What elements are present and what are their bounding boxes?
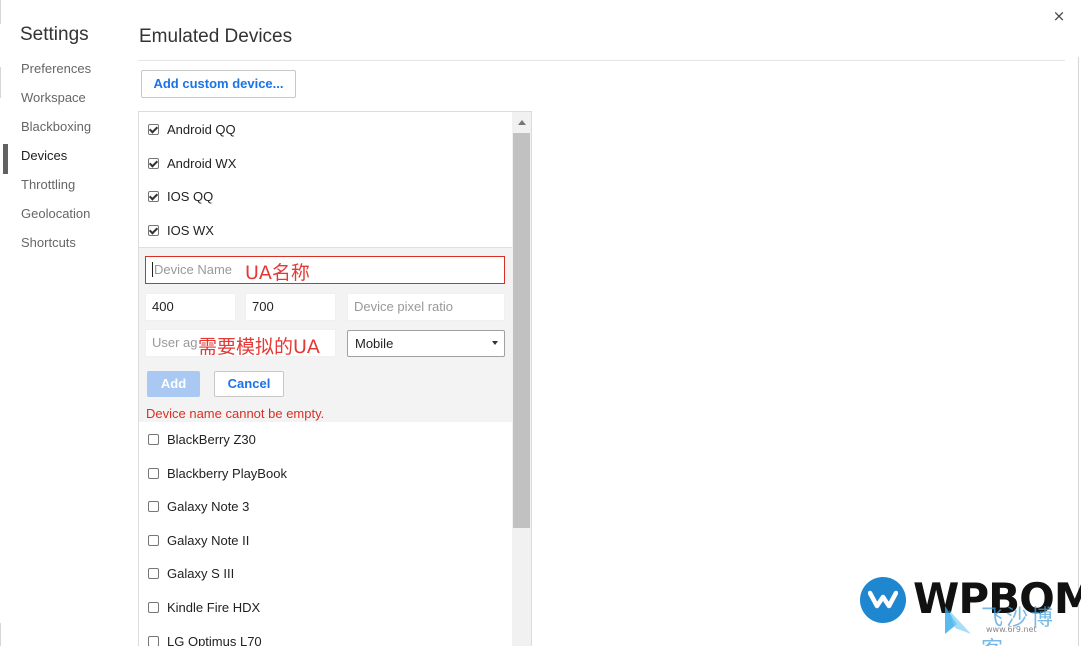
list-item: Kindle Fire HDX (139, 591, 512, 625)
device-name-input[interactable]: Device Name (145, 256, 505, 284)
sidebar-title: Settings (20, 24, 89, 45)
device-checkbox[interactable] (148, 124, 159, 135)
list-item: BlackBerry Z30 (139, 423, 512, 457)
device-width-input[interactable]: 400 (145, 293, 236, 321)
list-item: Android QQ (139, 113, 512, 147)
device-type-select[interactable]: Mobile (347, 330, 505, 357)
add-button[interactable]: Add (147, 371, 200, 397)
device-height-input[interactable]: 700 (245, 293, 336, 321)
device-pixel-ratio-input[interactable]: Device pixel ratio (347, 293, 505, 321)
error-message: Device name cannot be empty. (146, 406, 325, 421)
device-label: Galaxy Note II (167, 532, 250, 548)
watermark-url: www.6r9.net (986, 625, 1037, 634)
sidebar-item-blackboxing[interactable]: Blackboxing (0, 116, 120, 145)
divider (138, 60, 1065, 61)
device-checkbox[interactable] (148, 534, 159, 546)
device-checkbox[interactable] (148, 467, 159, 479)
checked-devices: Android QQ Android WX IOS QQ IOS WX (139, 113, 512, 247)
list-item: Blackberry PlayBook (139, 457, 512, 491)
device-pixel-ratio-placeholder: Device pixel ratio (354, 299, 453, 314)
list-item: IOS WX (139, 214, 512, 248)
ua-string-annotation: 需要模拟的UA (198, 336, 320, 358)
watermark-sub: 飞沙博客 (981, 606, 1057, 646)
device-label: IOS QQ (167, 189, 214, 205)
device-label: Galaxy S III (167, 566, 235, 582)
custom-device-form: Device Name UA名称 400 700 Device pixel ra… (139, 247, 512, 422)
device-checkbox[interactable] (148, 635, 159, 646)
device-label: Galaxy Note 3 (167, 499, 250, 515)
sidebar-item-workspace[interactable]: Workspace (0, 87, 120, 116)
other-devices: BlackBerry Z30 Blackberry PlayBook Galax… (139, 423, 512, 646)
text-caret (152, 262, 153, 277)
sidebar-item-geolocation[interactable]: Geolocation (0, 203, 120, 232)
sidebar-item-throttling[interactable]: Throttling (0, 174, 120, 203)
device-label: BlackBerry Z30 (167, 432, 256, 447)
close-icon[interactable]: × (1052, 8, 1066, 24)
scrollbar-thumb[interactable] (513, 133, 530, 528)
device-label: LG Optimus L70 (167, 633, 262, 646)
device-checkbox[interactable] (148, 601, 159, 613)
sidebar-item-preferences[interactable]: Preferences (0, 58, 120, 87)
scrollbar[interactable] (512, 112, 531, 646)
device-type-value: Mobile (355, 336, 394, 351)
device-name-placeholder: Device Name (154, 262, 233, 277)
device-label: Android QQ (167, 122, 236, 137)
list-item: Galaxy Note II (139, 524, 512, 558)
sidebar-item-shortcuts[interactable]: Shortcuts (0, 232, 120, 261)
list-item: Galaxy Note 3 (139, 490, 512, 524)
sidebar-nav: Preferences Workspace Blackboxing Device… (0, 58, 120, 261)
settings-window: Settings Preferences Workspace Blackboxi… (0, 0, 1081, 646)
list-item: Galaxy S III (139, 557, 512, 591)
cancel-button[interactable]: Cancel (214, 371, 284, 397)
list-item: Android WX (139, 147, 512, 181)
page-title: Emulated Devices (139, 26, 293, 47)
ua-name-annotation: UA名称 (245, 262, 310, 284)
user-agent-placeholder: User ag (152, 335, 198, 350)
device-checkbox[interactable] (148, 568, 159, 580)
list-item: IOS QQ (139, 180, 512, 214)
device-label: IOS WX (167, 222, 214, 238)
list-item: LG Optimus L70 (139, 625, 512, 646)
wpbom-logo-icon (860, 577, 906, 623)
device-label: Kindle Fire HDX (167, 599, 261, 615)
device-list: Android QQ Android WX IOS QQ IOS WX Devi (138, 111, 532, 646)
device-checkbox[interactable] (148, 224, 159, 236)
chevron-down-icon (492, 341, 498, 345)
device-label: Android WX (167, 155, 237, 171)
device-checkbox[interactable] (148, 501, 159, 513)
watermark-logo: WPBOM 飞沙博客 www.6r9.net (858, 574, 1081, 646)
device-checkbox[interactable] (148, 191, 159, 203)
device-checkbox[interactable] (148, 434, 159, 445)
scroll-up-icon[interactable] (518, 120, 526, 125)
window-edge (1078, 57, 1079, 646)
add-custom-device-button[interactable]: Add custom device... (141, 70, 296, 98)
feisha-logo-icon (945, 606, 971, 634)
device-checkbox[interactable] (148, 157, 159, 169)
device-label: Blackberry PlayBook (167, 465, 287, 481)
sidebar-item-devices[interactable]: Devices (0, 144, 120, 174)
settings-sidebar: Settings Preferences Workspace Blackboxi… (0, 0, 120, 646)
